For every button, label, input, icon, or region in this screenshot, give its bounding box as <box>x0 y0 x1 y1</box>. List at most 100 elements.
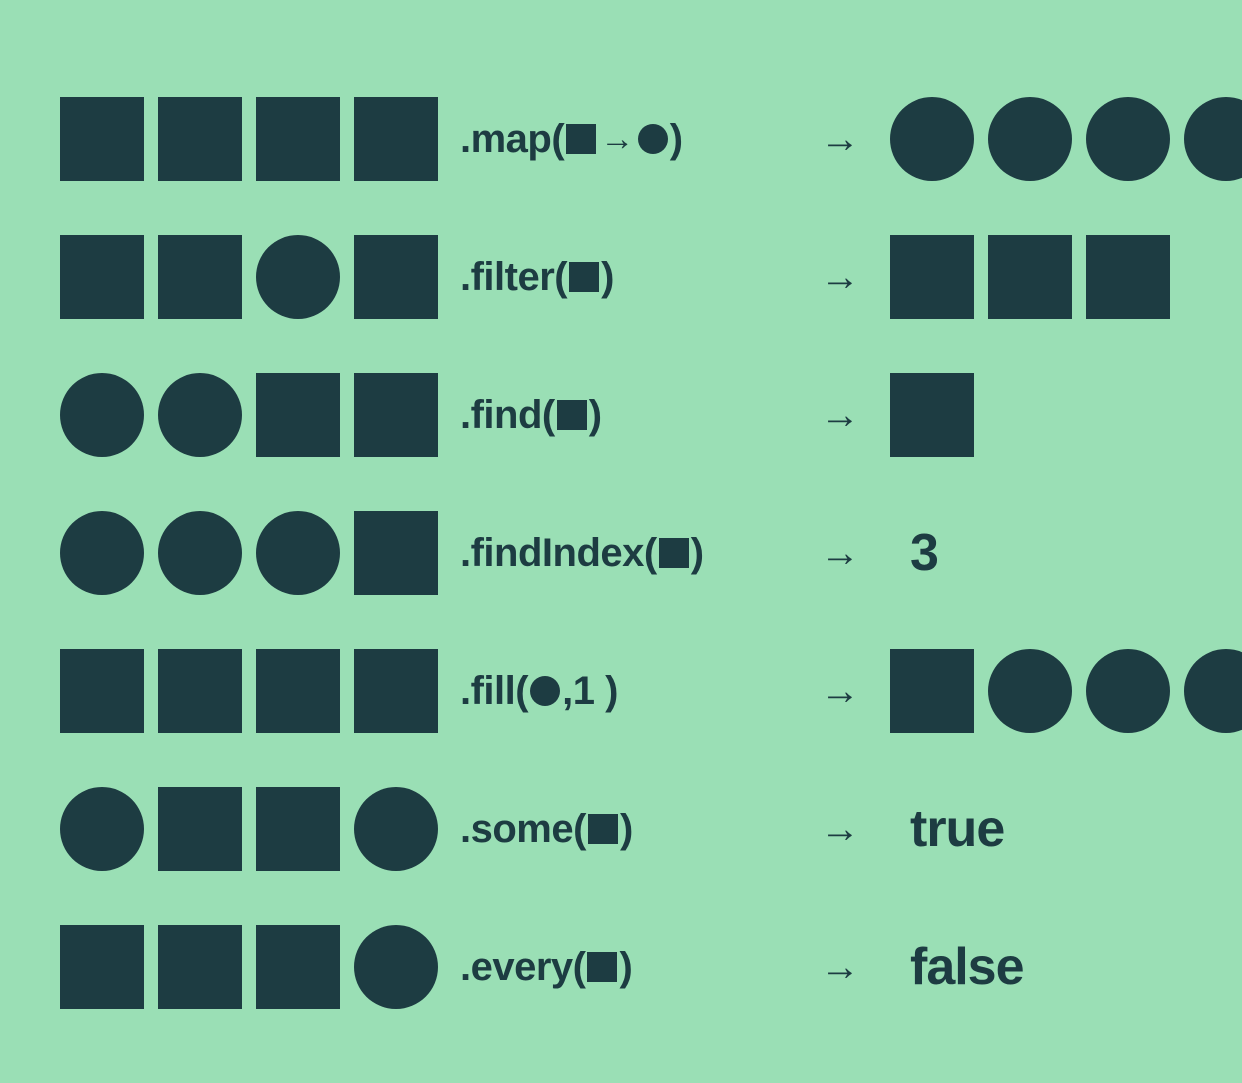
circle-icon <box>1086 97 1170 181</box>
method-row: .fill( ,1 ) → <box>60 622 1182 760</box>
method-row: .find()→ <box>60 346 1182 484</box>
square-icon <box>354 511 438 595</box>
method-text: .some( <box>460 807 586 852</box>
method-text: .findIndex( <box>460 531 657 576</box>
result-arrow-icon: → <box>800 255 880 300</box>
circle-icon <box>1184 649 1242 733</box>
square-icon <box>256 649 340 733</box>
circle-icon <box>60 373 144 457</box>
method-row: .every()→false <box>60 898 1182 1036</box>
square-icon <box>256 787 340 871</box>
output-result <box>880 235 1182 319</box>
input-array <box>60 373 460 457</box>
square-icon <box>60 97 144 181</box>
square-icon <box>158 649 242 733</box>
output-result <box>880 373 1182 457</box>
input-array <box>60 235 460 319</box>
method-row: .some()→true <box>60 760 1182 898</box>
input-array <box>60 787 460 871</box>
square-icon <box>256 97 340 181</box>
square-icon <box>588 814 618 844</box>
result-arrow-icon: → <box>800 531 880 576</box>
square-icon <box>256 925 340 1009</box>
method-text: .fill( <box>460 669 528 714</box>
square-icon <box>890 649 974 733</box>
circle-icon <box>256 235 340 319</box>
circle-icon <box>158 373 242 457</box>
method-expression: .filter() <box>460 255 800 300</box>
output-result: true <box>880 799 1182 859</box>
method-text: ) <box>620 807 633 852</box>
method-text: ) <box>691 531 704 576</box>
diagram-container: .map(→)→.filter()→.find()→.findIndex()→3… <box>60 70 1182 1036</box>
square-icon <box>566 124 596 154</box>
result-arrow-icon: → <box>800 945 880 990</box>
circle-icon <box>354 925 438 1009</box>
square-icon <box>354 373 438 457</box>
output-result: 3 <box>880 523 1182 583</box>
circle-icon <box>158 511 242 595</box>
square-icon <box>158 925 242 1009</box>
result-arrow-icon: → <box>800 807 880 852</box>
output-result <box>880 649 1242 733</box>
circle-icon <box>256 511 340 595</box>
square-icon <box>988 235 1072 319</box>
square-icon <box>1086 235 1170 319</box>
method-expression: .findIndex() <box>460 531 800 576</box>
method-expression: .find() <box>460 393 800 438</box>
output-text: false <box>890 937 1024 997</box>
output-result <box>880 97 1242 181</box>
square-icon <box>557 400 587 430</box>
result-arrow-icon: → <box>800 669 880 714</box>
square-icon <box>158 787 242 871</box>
method-text: .map( <box>460 117 564 162</box>
square-icon <box>354 97 438 181</box>
input-array <box>60 649 460 733</box>
square-icon <box>60 925 144 1009</box>
method-expression: .map( →) <box>460 117 800 162</box>
circle-icon <box>638 124 668 154</box>
circle-icon <box>530 676 560 706</box>
square-icon <box>890 373 974 457</box>
method-text: .every( <box>460 945 585 990</box>
method-text: ) <box>619 945 632 990</box>
method-expression: .every() <box>460 945 800 990</box>
circle-icon <box>60 511 144 595</box>
square-icon <box>659 538 689 568</box>
method-row: .filter()→ <box>60 208 1182 346</box>
result-arrow-icon: → <box>800 117 880 162</box>
method-text: ) <box>589 393 602 438</box>
method-expression: .fill( ,1 ) <box>460 669 800 714</box>
circle-icon <box>988 97 1072 181</box>
circle-icon <box>354 787 438 871</box>
method-text: ,1 ) <box>562 669 618 714</box>
method-text: ) <box>601 255 614 300</box>
method-text: .filter( <box>460 255 567 300</box>
square-icon <box>587 952 617 982</box>
method-row: .map( →) → <box>60 70 1182 208</box>
square-icon <box>60 235 144 319</box>
method-text: .find( <box>460 393 555 438</box>
result-arrow-icon: → <box>800 393 880 438</box>
square-icon <box>354 235 438 319</box>
square-icon <box>890 235 974 319</box>
square-icon <box>60 649 144 733</box>
arrow-icon: → <box>600 120 634 159</box>
output-text: 3 <box>890 523 938 583</box>
square-icon <box>158 97 242 181</box>
input-array <box>60 97 460 181</box>
method-text: ) <box>670 117 683 162</box>
circle-icon <box>1184 97 1242 181</box>
circle-icon <box>890 97 974 181</box>
input-array <box>60 925 460 1009</box>
output-result: false <box>880 937 1182 997</box>
circle-icon <box>60 787 144 871</box>
square-icon <box>569 262 599 292</box>
circle-icon <box>1086 649 1170 733</box>
circle-icon <box>988 649 1072 733</box>
input-array <box>60 511 460 595</box>
method-expression: .some() <box>460 807 800 852</box>
square-icon <box>256 373 340 457</box>
square-icon <box>158 235 242 319</box>
output-text: true <box>890 799 1004 859</box>
